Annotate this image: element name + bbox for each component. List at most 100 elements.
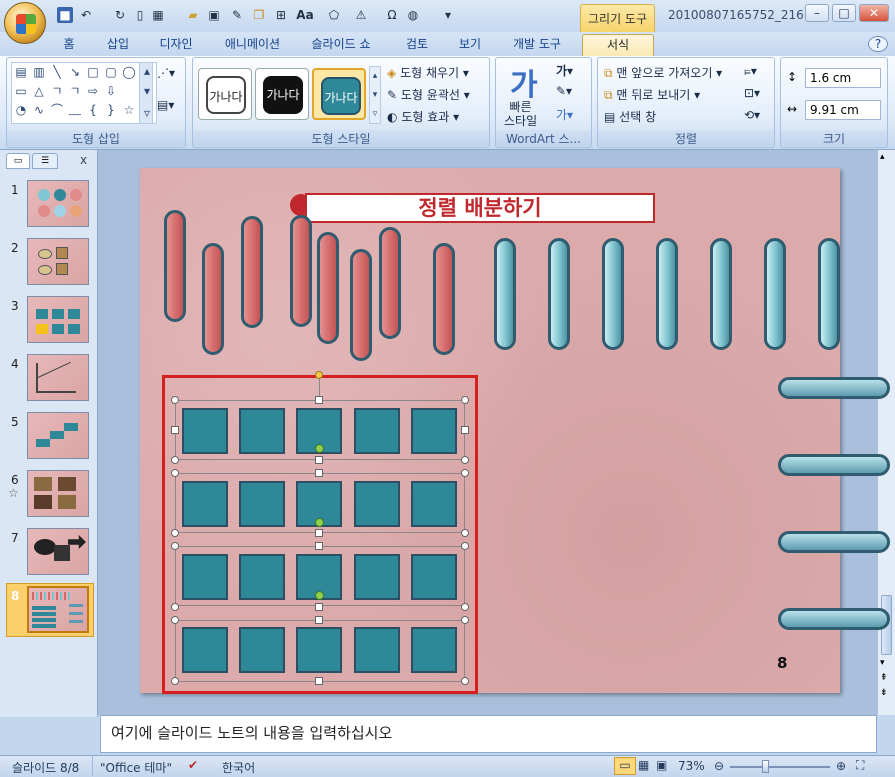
teal-vertical-bar[interactable]	[818, 238, 840, 350]
rect-shape-icon[interactable]: ▭	[14, 85, 28, 98]
office-button[interactable]	[4, 2, 46, 44]
rectangle-shape-icon[interactable]: □	[86, 66, 100, 79]
resize-handle[interactable]	[315, 677, 323, 685]
teal-horizontal-bar[interactable]	[778, 608, 890, 630]
folder-icon[interactable]: ▰	[185, 7, 201, 23]
resize-handle[interactable]	[461, 603, 469, 611]
red-vertical-bar[interactable]	[290, 215, 312, 327]
elbow-connector-icon[interactable]: ㄱ	[50, 85, 64, 98]
teal-vertical-bar[interactable]	[764, 238, 786, 350]
zoom-slider-thumb[interactable]	[762, 760, 769, 773]
resize-handle[interactable]	[315, 542, 323, 550]
teal-vertical-bar[interactable]	[602, 238, 624, 350]
teal-square[interactable]	[411, 554, 457, 600]
slide-sorter-icon[interactable]: ▦	[638, 758, 649, 772]
edit-shape-button[interactable]: ⋰▾	[157, 66, 175, 80]
teal-square[interactable]	[239, 481, 285, 527]
teal-square[interactable]	[182, 554, 228, 600]
red-vertical-bar[interactable]	[433, 243, 455, 355]
resize-handle[interactable]	[171, 396, 179, 404]
next-slide-icon[interactable]: ⇟	[880, 688, 888, 698]
teal-square[interactable]	[239, 627, 285, 673]
teal-vertical-bar[interactable]	[710, 238, 732, 350]
text-effects-icon[interactable]: 가▾	[556, 106, 573, 123]
oval-shape-icon[interactable]: ◯	[122, 66, 136, 79]
resize-handle[interactable]	[315, 396, 323, 404]
red-vertical-bar[interactable]	[379, 227, 401, 339]
resize-handle[interactable]	[171, 456, 179, 464]
teal-square[interactable]	[182, 627, 228, 673]
teal-square[interactable]	[411, 408, 457, 454]
curve-shape-icon[interactable]: ◔	[14, 104, 28, 117]
text-fill-icon[interactable]: 가▾	[556, 62, 573, 79]
teal-square[interactable]	[182, 408, 228, 454]
minimize-button[interactable]: –	[805, 4, 829, 22]
paint-icon[interactable]: ◍	[405, 7, 421, 23]
scroll-up-icon[interactable]: ▴	[880, 152, 885, 162]
adjust-handle[interactable]	[315, 444, 324, 453]
rotate-button[interactable]: ⟲▾	[744, 108, 760, 122]
scroll-down-icon[interactable]: ▾	[880, 658, 885, 668]
resize-handle[interactable]	[461, 542, 469, 550]
outline-tab-icon[interactable]: ☰	[32, 153, 58, 169]
red-vertical-bar[interactable]	[164, 210, 186, 322]
teal-vertical-bar[interactable]	[494, 238, 516, 350]
vertical-textbox-shape-icon[interactable]: ▥	[32, 66, 46, 79]
arrow-line-shape-icon[interactable]: ↘	[68, 66, 82, 79]
tab-slideshow[interactable]: 슬라이드 쇼	[302, 34, 380, 56]
resize-handle[interactable]	[461, 616, 469, 624]
slide-canvas[interactable]: 정렬 배분하기 8	[140, 168, 890, 694]
help-button[interactable]: ?	[868, 36, 888, 52]
teal-square[interactable]	[411, 627, 457, 673]
red-vertical-bar[interactable]	[241, 216, 263, 328]
close-pane-button[interactable]: x	[80, 153, 87, 167]
teal-horizontal-bar[interactable]	[778, 377, 890, 399]
brace-left-shape-icon[interactable]: {	[86, 104, 100, 117]
teal-square[interactable]	[354, 481, 400, 527]
slide-thumbnail[interactable]	[27, 528, 89, 575]
resize-handle[interactable]	[171, 616, 179, 624]
teal-horizontal-bar[interactable]	[778, 531, 890, 553]
slide-thumbnail[interactable]	[27, 238, 89, 285]
spellcheck-icon[interactable]: ✔	[188, 758, 198, 772]
close-button[interactable]: ✕	[859, 4, 889, 22]
adjust-handle[interactable]	[315, 518, 324, 527]
resize-handle[interactable]	[461, 396, 469, 404]
zoom-out-icon[interactable]: ⊖	[714, 759, 724, 773]
dropdown-icon[interactable]: ▾	[440, 7, 456, 23]
slide-thumbnail[interactable]	[27, 586, 89, 633]
symbol-icon[interactable]: Ω	[384, 7, 400, 23]
elbow-arrow-icon[interactable]: ㄱ	[68, 85, 82, 98]
rounded-rectangle-shape-icon[interactable]: ▢	[104, 66, 118, 79]
shape-outline-button[interactable]: ✎ 도형 윤곽선 ▾	[387, 86, 470, 103]
rotation-handle[interactable]	[315, 371, 323, 379]
text-direction-icon[interactable]: ⚠	[353, 7, 369, 23]
brace-right-shape-icon[interactable]: }	[104, 104, 118, 117]
red-vertical-bar[interactable]	[202, 243, 224, 355]
teal-square[interactable]	[239, 554, 285, 600]
red-vertical-bar[interactable]	[350, 249, 372, 361]
adjust-handle[interactable]	[315, 591, 324, 600]
freeform-shape-icon[interactable]: ∿	[32, 104, 46, 117]
resize-handle[interactable]	[171, 603, 179, 611]
resize-handle[interactable]	[461, 529, 469, 537]
arc-shape-icon[interactable]: ⌒	[50, 104, 64, 117]
style-gallery-scroll[interactable]: ▴ ▾ ▿	[369, 66, 381, 124]
tab-animation[interactable]: 애니메이션	[215, 34, 290, 56]
vertical-scrollbar[interactable]: ▴ ▾ ⇞ ⇟	[877, 150, 895, 715]
style-swatch-white[interactable]: 가나다	[198, 68, 252, 120]
teal-vertical-bar[interactable]	[656, 238, 678, 350]
wordart-quick-style-button[interactable]: 빠른 스타일	[504, 100, 537, 128]
zoom-slider-track[interactable]	[730, 766, 830, 768]
font-icon[interactable]: Aa	[295, 7, 315, 23]
tab-format[interactable]: 서식	[582, 34, 654, 56]
style-swatch-teal[interactable]: 가나다	[312, 68, 366, 120]
redo-icon[interactable]: ↻	[112, 7, 128, 23]
save-icon[interactable]: ■	[57, 7, 73, 23]
resize-handle[interactable]	[171, 426, 179, 434]
resize-handle[interactable]	[171, 677, 179, 685]
text-box-button[interactable]: ▤▾	[157, 98, 174, 112]
slides-tab-icon[interactable]: ▭	[6, 153, 30, 169]
image-icon[interactable]: ▣	[206, 7, 222, 23]
resize-handle[interactable]	[315, 616, 323, 624]
